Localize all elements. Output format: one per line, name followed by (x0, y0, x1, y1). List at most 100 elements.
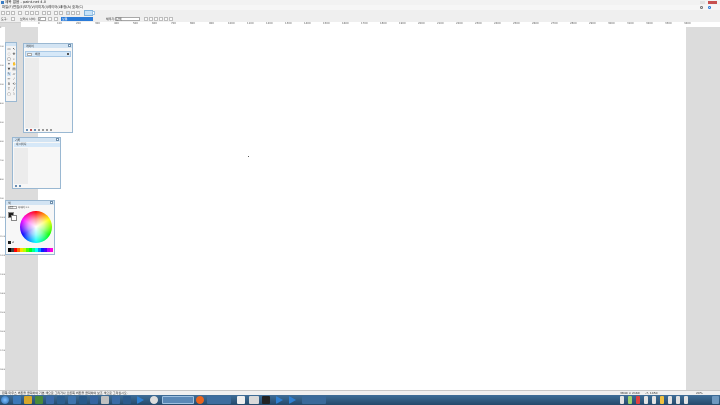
swap-colors-icon[interactable]: ⇄ (12, 241, 14, 244)
taskbar-window-button[interactable] (302, 396, 326, 404)
deselect-icon[interactable] (47, 11, 51, 15)
taskbar-app-icon[interactable] (123, 396, 131, 404)
clock[interactable] (694, 396, 708, 404)
tray-icon[interactable] (628, 396, 632, 404)
secondary-color-swatch[interactable] (11, 215, 17, 221)
lasso-tool-icon[interactable]: ◌ (7, 52, 11, 56)
save-file-icon[interactable] (11, 11, 15, 15)
crop-icon[interactable] (42, 11, 46, 15)
magic-wand-tool-icon[interactable]: ✦ (7, 62, 11, 66)
taskbar-window-button[interactable] (207, 396, 231, 404)
move-layer-down-icon[interactable] (46, 129, 48, 131)
add-layer-icon[interactable] (26, 129, 28, 131)
zoom-tool-icon[interactable]: ⌕ (12, 57, 16, 61)
color-mode-select[interactable]: 기본 (8, 206, 17, 209)
move-layer-up-icon[interactable] (42, 129, 44, 131)
settings-gear-icon[interactable] (700, 6, 703, 9)
units-icon[interactable] (76, 11, 80, 15)
layer-row[interactable]: 배경 (25, 51, 71, 57)
color-wheel[interactable] (20, 211, 52, 243)
media-play-icon[interactable] (276, 396, 283, 404)
media-play-icon[interactable] (289, 396, 296, 404)
copy-icon[interactable] (30, 11, 34, 15)
taskbar-firefox-icon[interactable] (196, 396, 204, 404)
history-item[interactable]: 새 이미지 (14, 143, 60, 147)
minimize-button[interactable] (700, 1, 705, 4)
taskbar-app-icon[interactable] (79, 396, 87, 404)
cut-icon[interactable] (25, 11, 29, 15)
freeform-shape-tool-icon[interactable]: ⌇ (12, 92, 16, 96)
open-file-icon[interactable] (6, 11, 10, 15)
pan-tool-icon[interactable]: ✋ (12, 62, 16, 66)
duplicate-layer-icon[interactable] (34, 129, 36, 131)
tray-icon[interactable] (636, 396, 640, 404)
taskbar-app-icon[interactable] (237, 396, 245, 404)
taskbar-app-icon[interactable] (112, 396, 120, 404)
paintbrush-tool-icon[interactable] (11, 17, 15, 21)
close-button[interactable] (708, 1, 717, 4)
text-tool-icon[interactable]: T (7, 87, 11, 91)
image-canvas[interactable] (38, 27, 686, 390)
volume-icon[interactable] (676, 396, 680, 404)
layers-panel-close-button[interactable] (68, 44, 71, 47)
media-play-icon[interactable] (137, 396, 144, 404)
tray-icon[interactable] (620, 396, 624, 404)
merge-layer-icon[interactable] (38, 129, 40, 131)
redo-history-icon[interactable] (19, 185, 21, 187)
start-button[interactable] (1, 396, 9, 404)
rulers-toggle-icon[interactable] (71, 11, 75, 15)
taskbar-paintnet-button[interactable] (162, 396, 194, 404)
taskbar-explorer-icon[interactable] (24, 396, 32, 404)
fill-mode-select[interactable]: 단색 (115, 17, 140, 21)
recolor-tool-icon[interactable]: ⟲ (12, 82, 16, 86)
redo-icon[interactable] (59, 11, 63, 15)
paste-icon[interactable] (35, 11, 39, 15)
taskbar-app-icon[interactable] (262, 396, 270, 404)
history-panel-close-button[interactable] (56, 138, 59, 141)
clone-stamp-tool-icon[interactable]: ♁ (7, 82, 11, 86)
blend-mode-select[interactable]: 보통 (61, 17, 93, 21)
line-tool-icon[interactable]: ╱ (12, 87, 16, 91)
show-desktop-button[interactable] (712, 396, 719, 404)
grid-toggle-icon[interactable] (66, 11, 70, 15)
undo-icon[interactable] (54, 11, 58, 15)
taskbar-app-icon[interactable] (90, 396, 98, 404)
selection-mode-icon[interactable] (154, 17, 158, 21)
color-picker-tool-icon[interactable]: ⁄ (12, 77, 16, 81)
print-icon[interactable] (18, 11, 22, 15)
layer-visibility-checkbox[interactable] (67, 53, 69, 55)
delete-layer-icon[interactable] (30, 129, 32, 131)
gradient-tool-icon[interactable]: ▤ (12, 67, 16, 71)
brush-width-select[interactable]: 2 (38, 17, 46, 21)
taskbar-app-icon[interactable] (150, 396, 158, 404)
color-palette[interactable] (8, 248, 53, 252)
sampling-layer-icon[interactable] (159, 17, 163, 21)
reset-colors-icon[interactable] (8, 241, 11, 244)
more-colors-button[interactable]: 자세히 >> (18, 206, 29, 209)
taskbar-app-icon[interactable] (46, 396, 54, 404)
taskbar-app-icon[interactable] (249, 396, 259, 404)
palette-swatch[interactable] (50, 248, 53, 252)
undo-history-icon[interactable] (15, 185, 17, 187)
help-icon[interactable] (708, 6, 711, 9)
layer-properties-icon[interactable] (50, 129, 52, 131)
sampling-image-icon[interactable] (164, 17, 168, 21)
eraser-tool-icon[interactable]: ▱ (12, 72, 16, 76)
new-file-icon[interactable] (1, 11, 5, 15)
tray-icon[interactable] (668, 396, 672, 404)
shapes-tool-icon[interactable]: ▢ (7, 92, 11, 96)
taskbar-app-icon[interactable] (101, 396, 109, 404)
move-selected-tool-icon[interactable]: ✥ (12, 52, 16, 56)
paintbrush-tool-icon[interactable]: ✎ (7, 72, 11, 76)
antialias-icon[interactable] (48, 17, 52, 21)
selection-union-icon[interactable] (149, 17, 153, 21)
colors-panel-close-button[interactable] (50, 201, 53, 204)
tray-icon[interactable] (652, 396, 656, 404)
tray-icon[interactable] (660, 396, 664, 404)
pen-pressure-icon[interactable] (144, 17, 148, 21)
network-icon[interactable] (684, 396, 688, 404)
ellipse-select-tool-icon[interactable]: ◯ (7, 57, 11, 61)
taskbar-app-icon[interactable] (68, 396, 76, 404)
tray-icon[interactable] (644, 396, 648, 404)
move-selection-tool-icon[interactable]: ↖ (12, 47, 16, 51)
